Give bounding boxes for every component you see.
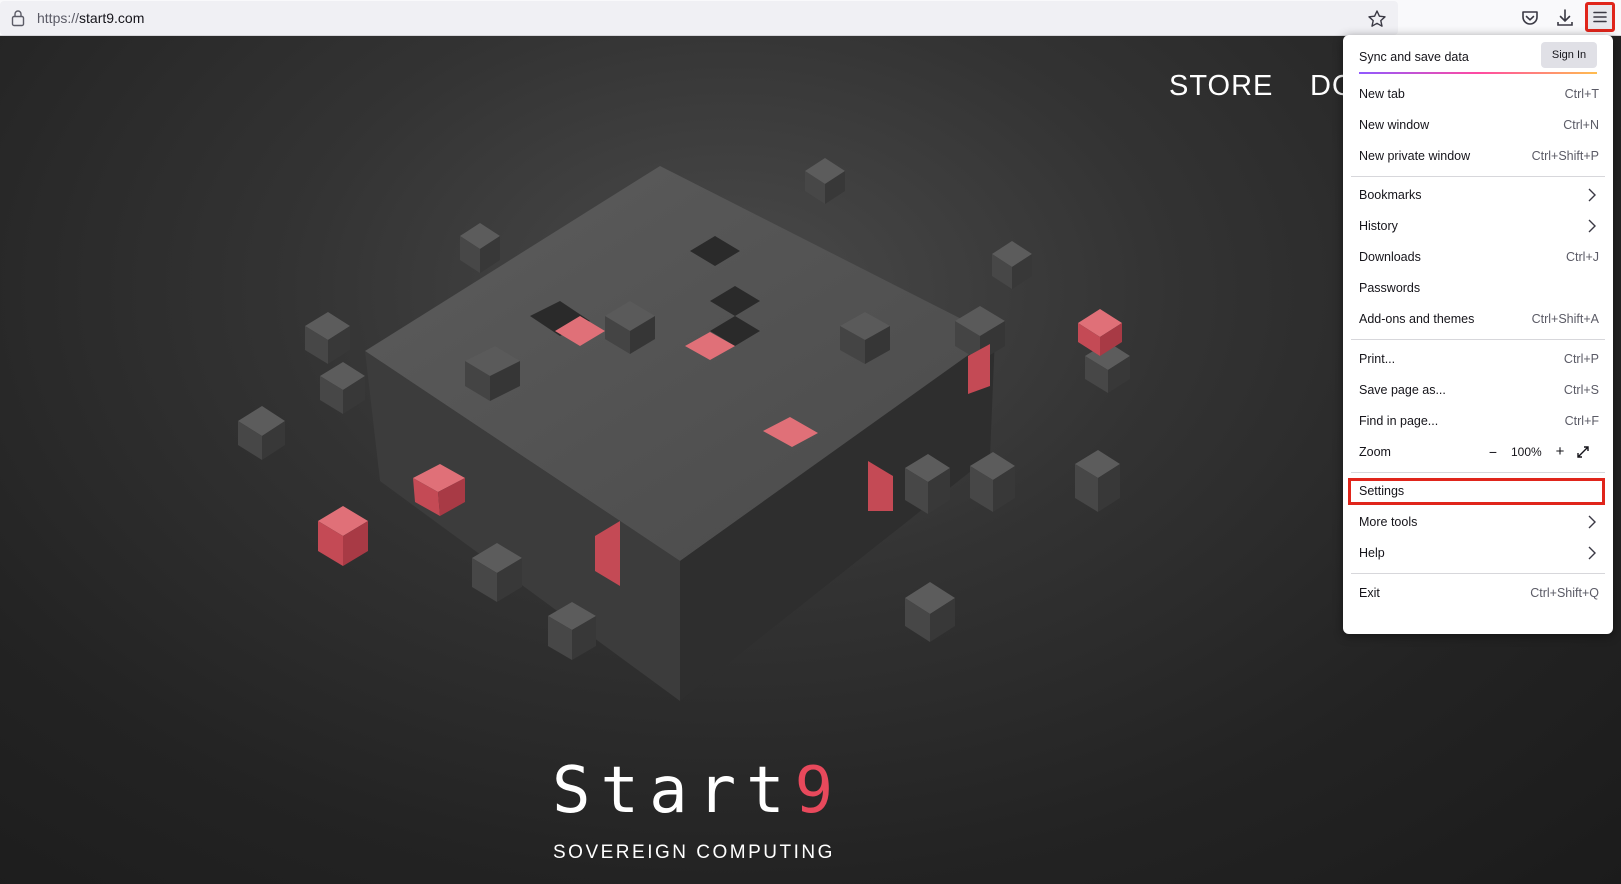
sync-divider	[1359, 72, 1597, 74]
menu-item-exit[interactable]: Exit Ctrl+Shift+Q	[1343, 578, 1613, 608]
menu-item-shortcut: Ctrl+Shift+P	[1531, 149, 1599, 163]
menu-item-label: More tools	[1359, 515, 1418, 529]
menu-item-shortcut: Ctrl+Shift+Q	[1530, 586, 1599, 600]
menu-item-label: New tab	[1359, 87, 1405, 101]
menu-item-new-private-window[interactable]: New private window Ctrl+Shift+P	[1343, 141, 1613, 171]
chevron-right-icon	[1588, 515, 1596, 529]
menu-separator	[1351, 339, 1605, 340]
menu-item-label: New private window	[1359, 149, 1471, 163]
chevron-right-icon	[1588, 219, 1596, 233]
sync-label: Sync and save data	[1359, 50, 1469, 64]
menu-item-new-tab[interactable]: New tab Ctrl+T	[1343, 79, 1613, 109]
url-scheme: https://	[37, 10, 80, 26]
menu-item-label: Bookmarks	[1359, 188, 1422, 202]
menu-item-zoom: Zoom − 100% +	[1343, 437, 1613, 467]
menu-item-label: Passwords	[1359, 281, 1421, 295]
menu-item-shortcut: Ctrl+J	[1566, 250, 1599, 264]
sync-row[interactable]: Sync and save data Sign In	[1343, 35, 1613, 79]
menu-item-label: Help	[1359, 546, 1385, 560]
nav-store-link[interactable]: STORE	[1169, 70, 1273, 103]
app-menu-panel: Sync and save data Sign In New tab Ctrl+…	[1343, 35, 1613, 634]
menu-item-save-page[interactable]: Save page as... Ctrl+S	[1343, 375, 1613, 405]
menu-separator	[1351, 176, 1605, 177]
download-icon[interactable]	[1554, 7, 1576, 29]
menu-item-settings[interactable]: Settings	[1343, 476, 1613, 506]
chevron-right-icon	[1588, 546, 1596, 560]
menu-item-shortcut: Ctrl+Shift+A	[1531, 312, 1599, 326]
menu-item-shortcut: Ctrl+P	[1563, 352, 1599, 366]
menu-item-history[interactable]: History	[1343, 211, 1613, 241]
tagline: SOVEREIGN COMPUTING	[553, 842, 835, 863]
menu-separator	[1351, 472, 1605, 473]
menu-item-addons[interactable]: Add-ons and themes Ctrl+Shift+A	[1343, 304, 1613, 334]
menu-item-label: Settings	[1359, 484, 1405, 498]
menu-item-label: Exit	[1359, 586, 1380, 600]
menu-item-label: History	[1359, 219, 1398, 233]
zoom-out-button[interactable]: −	[1483, 442, 1503, 462]
url-bar[interactable]: https://start9.com	[0, 1, 1398, 35]
chevron-right-icon	[1588, 188, 1596, 202]
sign-in-button[interactable]: Sign In	[1541, 42, 1597, 68]
app-menu-button[interactable]	[1585, 2, 1615, 32]
menu-item-label: Find in page...	[1359, 414, 1439, 428]
hamburger-menu-icon	[1593, 11, 1607, 23]
menu-item-label: Save page as...	[1359, 383, 1446, 397]
menu-separator	[1351, 573, 1605, 574]
zoom-reset-button[interactable]: 100%	[1511, 445, 1542, 459]
url-host: start9.com	[79, 10, 145, 26]
brand-logo: Start9	[552, 754, 843, 828]
menu-item-help[interactable]: Help	[1343, 538, 1613, 568]
menu-item-label: Print...	[1359, 352, 1396, 366]
star-icon[interactable]	[1367, 9, 1387, 29]
menu-item-bookmarks[interactable]: Bookmarks	[1343, 180, 1613, 210]
fullscreen-icon[interactable]	[1575, 444, 1591, 460]
menu-item-shortcut: Ctrl+S	[1563, 383, 1599, 397]
menu-item-label: New window	[1359, 118, 1430, 132]
menu-item-label: Add-ons and themes	[1359, 312, 1475, 326]
menu-item-print[interactable]: Print... Ctrl+P	[1343, 344, 1613, 374]
menu-item-shortcut: Ctrl+T	[1564, 87, 1599, 101]
menu-item-downloads[interactable]: Downloads Ctrl+J	[1343, 242, 1613, 272]
menu-item-shortcut: Ctrl+N	[1563, 118, 1599, 132]
menu-item-shortcut: Ctrl+F	[1564, 414, 1599, 428]
menu-item-new-window[interactable]: New window Ctrl+N	[1343, 110, 1613, 140]
brand-accent: 9	[794, 754, 844, 828]
pocket-icon[interactable]	[1519, 7, 1541, 29]
lock-icon[interactable]	[10, 9, 26, 27]
browser-toolbar: https://start9.com	[0, 0, 1621, 36]
zoom-in-button[interactable]: +	[1550, 442, 1570, 462]
brand-text: Start	[552, 754, 795, 828]
url-text[interactable]: https://start9.com	[37, 10, 144, 26]
menu-item-label: Downloads	[1359, 250, 1421, 264]
menu-item-more-tools[interactable]: More tools	[1343, 507, 1613, 537]
menu-item-passwords[interactable]: Passwords	[1343, 273, 1613, 303]
menu-item-label: Zoom	[1359, 445, 1391, 459]
menu-item-find-in-page[interactable]: Find in page... Ctrl+F	[1343, 406, 1613, 436]
